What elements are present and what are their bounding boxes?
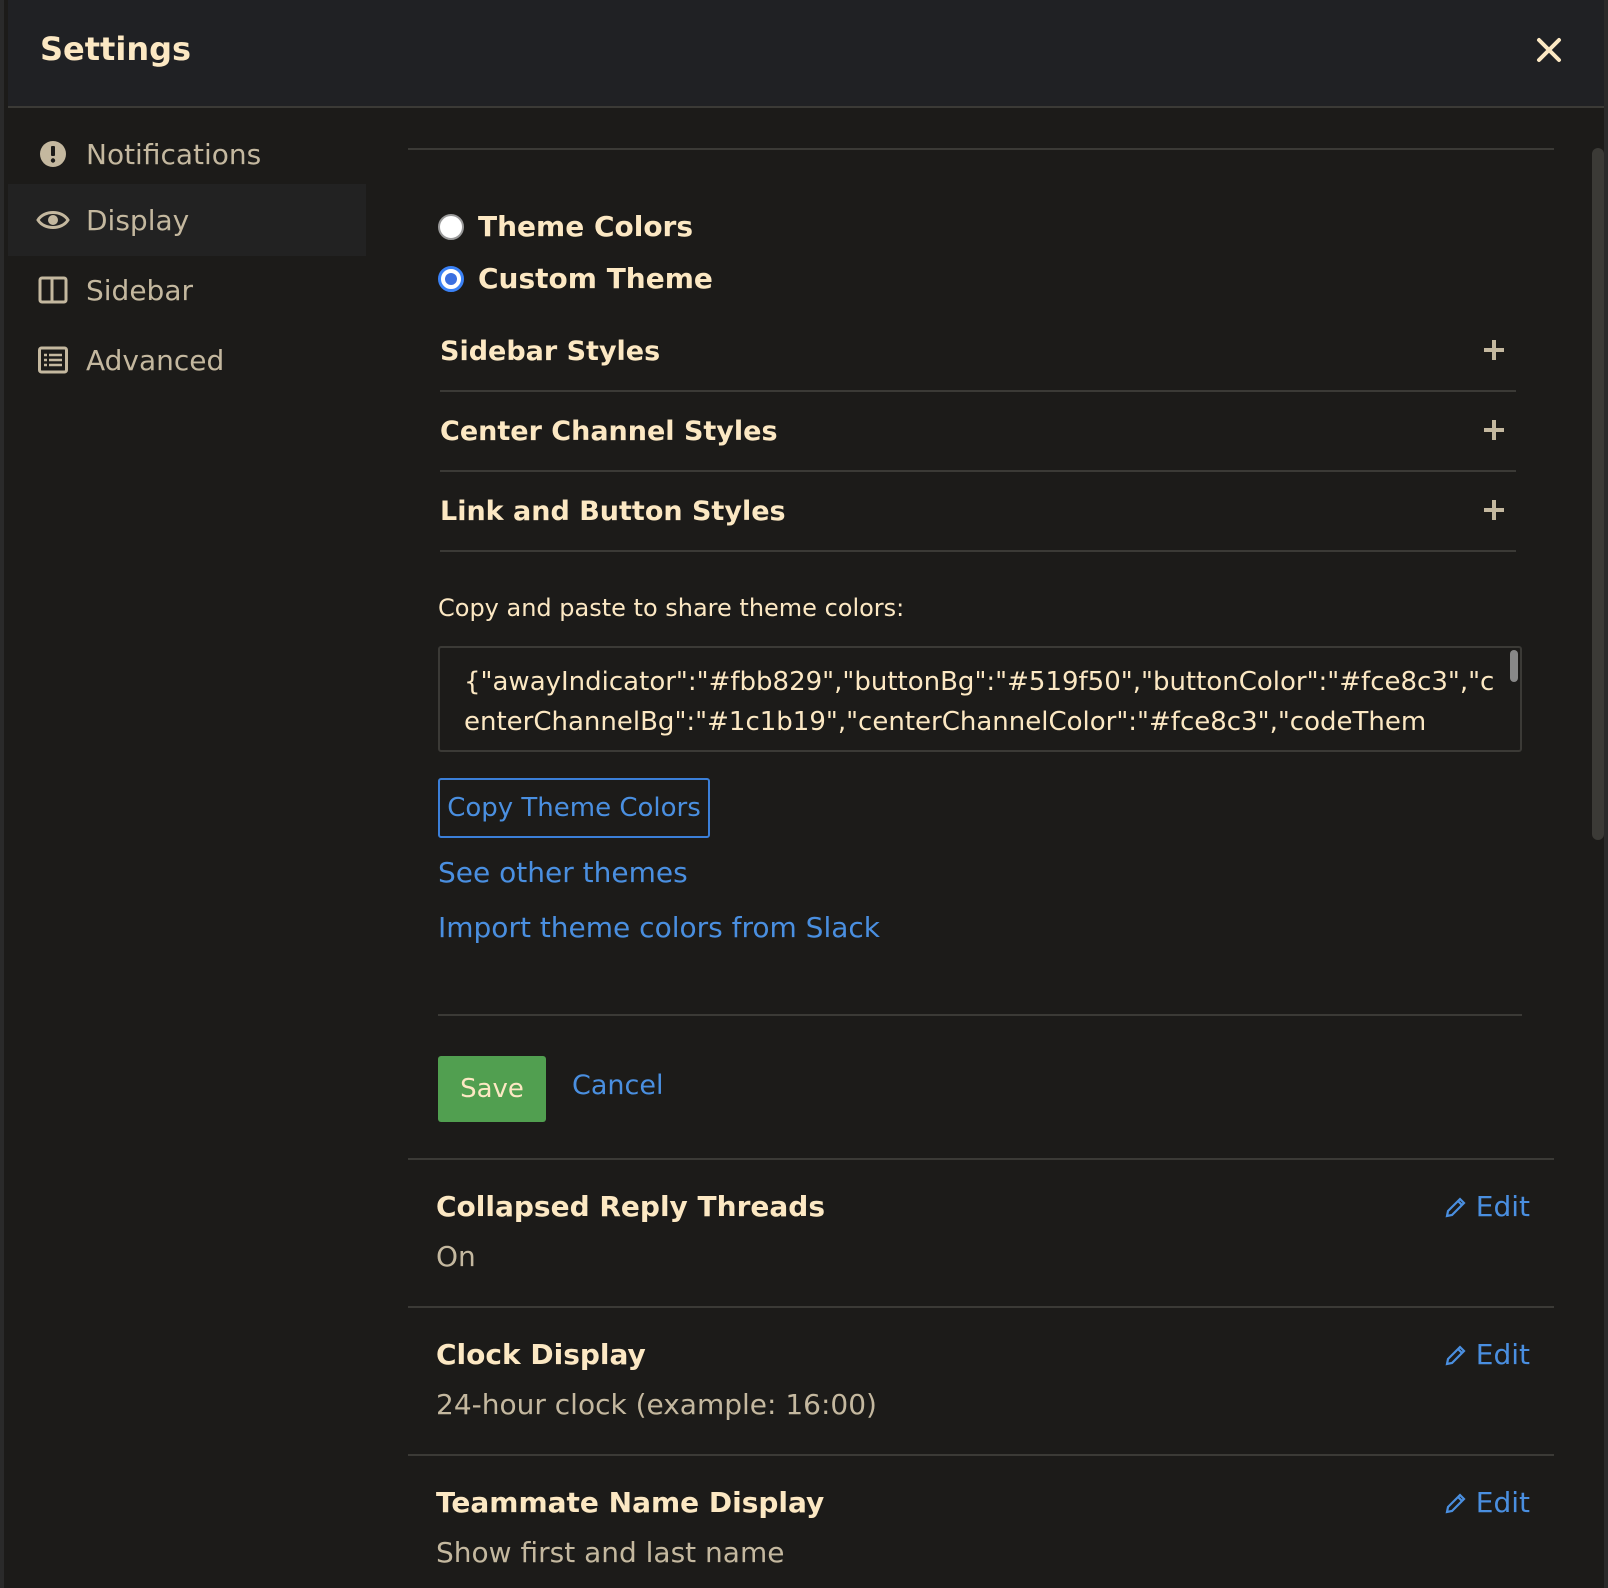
plus-icon [1482,411,1506,451]
custom-theme-radio[interactable] [438,265,464,292]
close-button[interactable] [1534,36,1564,66]
sidebar-item-sidebar[interactable]: Sidebar [8,254,366,326]
custom-theme-radio-option[interactable]: Custom Theme [438,262,713,295]
sidebar-item-label: Notifications [86,137,262,171]
alert-circle-icon [36,137,70,171]
divider [408,148,1554,150]
pencil-icon [1445,1492,1466,1513]
sidebar-item-advanced[interactable]: Advanced [8,324,366,396]
plus-icon [1482,331,1506,371]
link-button-styles-toggle[interactable]: Link and Button Styles [440,472,1516,552]
sidebar-item-notifications[interactable]: Notifications [8,118,366,190]
settings-modal: Settings Notifications Display Sidebar A… [0,0,1608,1588]
settings-content: Theme Colors Custom Theme Sidebar Styles… [408,118,1554,1588]
copy-theme-label: Copy and paste to share theme colors: [438,594,905,622]
collapsed-reply-threads-edit-button[interactable]: Edit [1444,1190,1530,1223]
save-button[interactable]: Save [438,1056,546,1122]
teammate-name-display-title: Teammate Name Display [436,1486,825,1519]
collapsed-reply-threads-title: Collapsed Reply Threads [436,1190,825,1223]
sidebar-layout-icon [36,273,70,307]
sidebar-item-label: Advanced [86,343,225,377]
center-channel-styles-toggle[interactable]: Center Channel Styles [440,392,1516,472]
section-label: Sidebar Styles [440,335,661,367]
clock-display-title: Clock Display [436,1338,646,1371]
import-slack-theme-link[interactable]: Import theme colors from Slack [438,911,880,944]
sidebar-styles-toggle[interactable]: Sidebar Styles [440,312,1516,392]
sidebar-item-label: Sidebar [86,273,193,307]
theme-colors-radio-option[interactable]: Theme Colors [438,210,693,243]
content-scrollbar[interactable] [1592,148,1604,840]
theme-json-textarea[interactable]: {"awayIndicator":"#fbb829","buttonBg":"#… [438,646,1522,752]
cancel-button[interactable]: Cancel [572,1070,663,1101]
teammate-name-display-value: Show first and last name [436,1536,785,1569]
clock-display-edit-button[interactable]: Edit [1444,1338,1530,1371]
modal-header: Settings [8,0,1604,108]
plus-icon [1482,491,1506,531]
edit-label: Edit [1475,1338,1530,1371]
section-label: Link and Button Styles [440,495,786,527]
settings-sidebar: Notifications Display Sidebar Advanced [8,118,366,1518]
modal-title: Settings [40,30,192,68]
divider [438,1014,1522,1016]
list-icon [36,343,70,377]
sidebar-item-display[interactable]: Display [8,184,366,256]
eye-icon [36,203,70,237]
teammate-name-display-edit-button[interactable]: Edit [1444,1486,1530,1519]
theme-colors-radio[interactable] [438,213,464,240]
radio-label: Theme Colors [478,210,694,243]
see-other-themes-link[interactable]: See other themes [438,856,688,889]
divider [408,1306,1554,1308]
divider [408,1454,1554,1456]
edit-label: Edit [1475,1486,1530,1519]
pencil-icon [1445,1196,1466,1217]
sidebar-item-label: Display [86,203,190,237]
pencil-icon [1445,1344,1466,1365]
radio-label: Custom Theme [478,262,713,295]
edit-label: Edit [1475,1190,1530,1223]
textarea-scrollbar[interactable] [1510,650,1518,682]
close-icon [1537,38,1561,62]
copy-theme-colors-button[interactable]: Copy Theme Colors [438,778,710,838]
section-label: Center Channel Styles [440,415,778,447]
clock-display-value: 24-hour clock (example: 16:00) [436,1388,877,1421]
divider [408,1158,1554,1160]
collapsed-reply-threads-value: On [436,1240,476,1273]
